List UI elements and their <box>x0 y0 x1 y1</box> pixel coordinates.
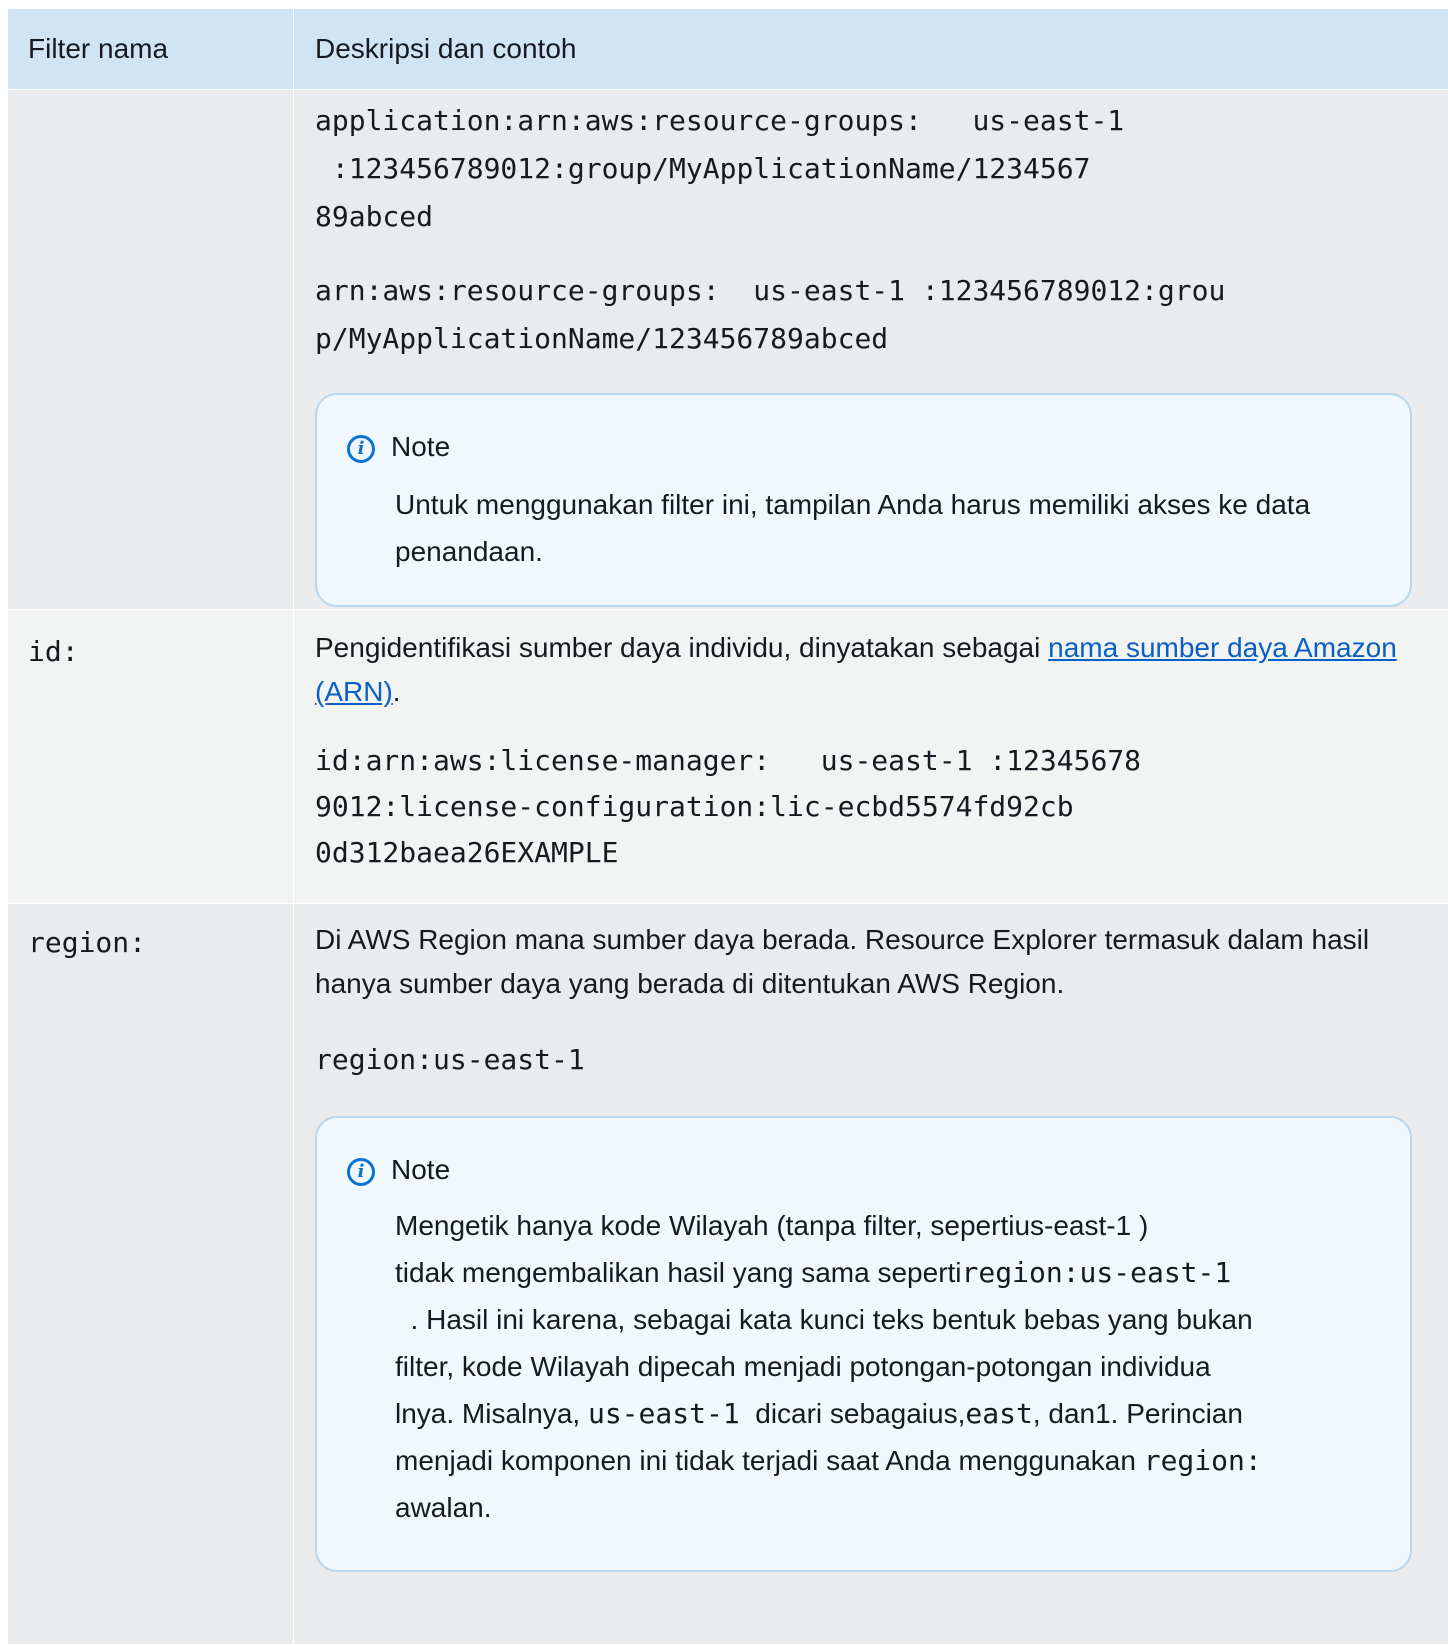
code-example-region: region:us-east-1 <box>315 1043 585 1076</box>
note-text-span: , dan1. Perincian <box>1032 1398 1243 1429</box>
note-header: i Note <box>347 1150 1380 1190</box>
filter-name-cell: id: <box>8 610 294 903</box>
note-header: i Note <box>347 427 1380 467</box>
filter-table: Filter nama Deskripsi dan contoh applica… <box>8 9 1448 1645</box>
note-line: . Hasil ini karena, sebagai kata kunci t… <box>395 1304 1253 1335</box>
region-description: Di AWS Region mana sumber daya berada. R… <box>315 924 1370 999</box>
note-text-span: tidak mengembalikan hasil yang sama sepe… <box>395 1257 962 1288</box>
note-text-span: dicari sebagaius, <box>739 1398 966 1429</box>
description-cell: Di AWS Region mana sumber daya berada. R… <box>294 904 1448 1644</box>
code-example-application: application:arn:aws:resource-groups: us-… <box>315 104 1125 233</box>
filter-name-id: id: <box>28 635 79 668</box>
header-filter-name: Filter nama <box>8 9 294 89</box>
note-title: Note <box>391 431 451 462</box>
filter-name-cell <box>8 90 294 609</box>
note-text: Mengetik hanya kode Wilayah (tanpa filte… <box>347 1190 1380 1531</box>
note-box: i Note Untuk menggunakan filter ini, tam… <box>315 393 1412 607</box>
note-line: tidak mengembalikan hasil yang sama sepe… <box>395 1249 1380 1296</box>
note-box: i Note Mengetik hanya kode Wilayah (tanp… <box>315 1116 1412 1572</box>
description-cell: Pengidentifikasi sumber daya individu, d… <box>294 610 1448 903</box>
filter-name-region: region: <box>28 926 147 959</box>
note-code-span: east <box>965 1397 1033 1430</box>
note-line: awalan. <box>395 1492 492 1523</box>
note-code-span: region: <box>1143 1444 1262 1477</box>
code-example-arn: arn:aws:resource-groups: us-east-1 :1234… <box>315 274 1226 355</box>
id-description: Pengidentifikasi sumber daya individu, d… <box>315 626 1412 714</box>
note-text-span: menjadi komponen ini tidak terjadi saat … <box>395 1445 1144 1476</box>
info-icon: i <box>347 1158 375 1186</box>
note-line: Mengetik hanya kode Wilayah (tanpa filte… <box>395 1210 1149 1241</box>
note-line: menjadi komponen ini tidak terjadi saat … <box>395 1437 1380 1484</box>
note-line: filter, kode Wilayah dipecah menjadi pot… <box>395 1351 1211 1382</box>
info-icon: i <box>347 435 375 463</box>
filter-name-cell: region: <box>8 904 294 1644</box>
note-text-span: lnya. Misalnya, <box>395 1398 588 1429</box>
id-description-end: . <box>392 676 401 707</box>
note-line: lnya. Misalnya, us-east-1 dicari sebagai… <box>395 1390 1380 1437</box>
header-description: Deskripsi dan contoh <box>315 33 577 64</box>
table-row-region: region: Di AWS Region mana sumber daya b… <box>8 904 1448 1645</box>
note-code-span: us-east-1 <box>587 1397 740 1430</box>
id-description-text: Pengidentifikasi sumber daya individu, d… <box>315 632 1049 663</box>
description-cell: application:arn:aws:resource-groups: us-… <box>294 90 1448 609</box>
table-row-id: id: Pengidentifikasi sumber daya individ… <box>8 610 1448 904</box>
table-row-application: application:arn:aws:resource-groups: us-… <box>8 90 1448 610</box>
note-code-span: region:us-east-1 <box>961 1256 1232 1289</box>
note-title: Note <box>391 1154 451 1185</box>
table-header: Filter nama Deskripsi dan contoh <box>8 9 1448 90</box>
note-text: Untuk menggunakan filter ini, tampilan A… <box>395 489 1311 567</box>
code-example-id: id:arn:aws:license-manager: us-east-1 :1… <box>315 744 1142 869</box>
